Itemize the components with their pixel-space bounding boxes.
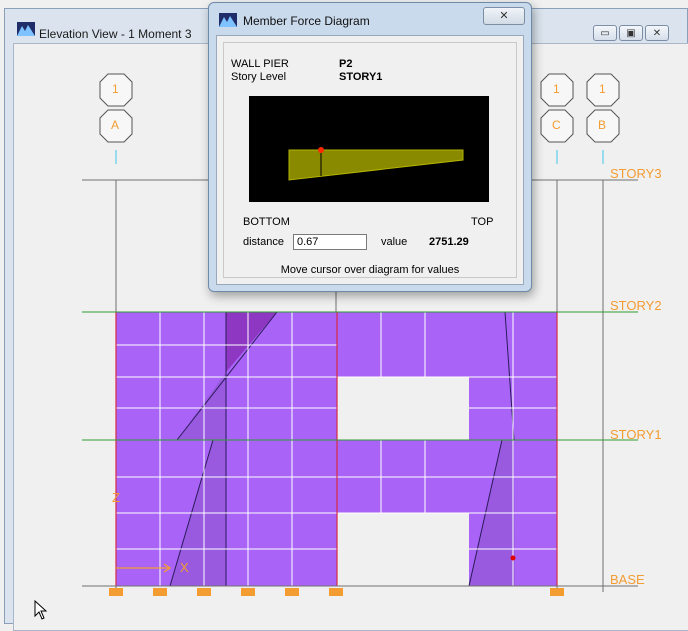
window-controls: ▭ ▣ ✕ bbox=[593, 25, 669, 41]
x-axis-label: X bbox=[180, 560, 189, 575]
etabs-app-icon bbox=[17, 22, 35, 36]
member-force-dialog: Member Force Diagram ✕ WALL PIER P2 Stor… bbox=[208, 2, 532, 292]
force-diagram bbox=[288, 147, 464, 181]
minimize-button[interactable]: ▭ bbox=[593, 25, 617, 41]
close-button[interactable]: ✕ bbox=[645, 25, 669, 41]
wall-pier-label: WALL PIER bbox=[231, 58, 289, 70]
force-diagram-area[interactable] bbox=[249, 96, 489, 202]
mouse-pointer-icon bbox=[34, 600, 48, 620]
dialog-title: Member Force Diagram bbox=[243, 14, 370, 28]
supports bbox=[109, 588, 564, 596]
bubble-b-letter: B bbox=[598, 118, 607, 132]
story2-label: STORY2 bbox=[610, 298, 662, 313]
bubble-a-number: 1 bbox=[112, 82, 119, 96]
dialog-body: WALL PIER P2 Story Level STORY1 BOTTOM T… bbox=[216, 35, 524, 285]
story1-label: STORY1 bbox=[610, 427, 662, 442]
dialog-hint: Move cursor over diagram for values bbox=[280, 264, 460, 276]
bottom-label: BOTTOM bbox=[243, 216, 290, 228]
value-readout: 2751.29 bbox=[429, 236, 469, 248]
bubble-c-letter: C bbox=[552, 118, 561, 132]
base-label: BASE bbox=[610, 572, 645, 587]
z-axis-label: Z bbox=[112, 490, 120, 505]
distance-input[interactable] bbox=[293, 234, 367, 250]
dialog-close-button[interactable]: ✕ bbox=[483, 7, 525, 25]
story-level-label: Story Level bbox=[231, 71, 287, 83]
wall-pier-value: P2 bbox=[339, 58, 353, 70]
story3-label: STORY3 bbox=[610, 166, 662, 181]
value-label: value bbox=[381, 236, 408, 248]
elevation-window-title: Elevation View - 1 Moment 3 bbox=[39, 27, 192, 41]
selected-point bbox=[510, 555, 516, 561]
maximize-button[interactable]: ▣ bbox=[619, 25, 643, 41]
distance-label: distance bbox=[243, 236, 284, 248]
dialog-app-icon bbox=[219, 13, 237, 27]
story-level-value: STORY1 bbox=[339, 71, 383, 83]
bubble-b-number: 1 bbox=[599, 82, 606, 96]
bubble-c-number: 1 bbox=[553, 82, 560, 96]
bubble-a-letter: A bbox=[111, 118, 120, 132]
top-label: TOP bbox=[471, 216, 494, 228]
